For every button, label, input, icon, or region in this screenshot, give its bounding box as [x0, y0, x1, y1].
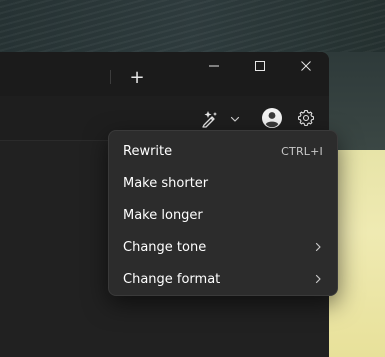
new-tab-button[interactable]: + [113, 62, 161, 92]
minimize-button[interactable] [191, 52, 237, 80]
settings-button[interactable] [294, 106, 318, 130]
close-icon [301, 61, 311, 71]
person-icon [262, 108, 282, 128]
menu-item-label: Make longer [123, 207, 203, 223]
plus-icon: + [129, 66, 145, 88]
close-button[interactable] [283, 52, 329, 80]
tab-separator [110, 70, 111, 84]
menu-item-make-longer[interactable]: Make longer [113, 199, 333, 231]
menu-item-change-format[interactable]: Change format [113, 263, 333, 295]
wallpaper-top [0, 0, 385, 52]
menu-item-label: Change tone [123, 239, 207, 255]
sparkle-pen-icon [202, 111, 217, 128]
chevron-right-icon [313, 274, 323, 284]
title-bar: + [0, 52, 329, 96]
minimize-icon [209, 65, 219, 67]
menu-item-make-shorter[interactable]: Make shorter [113, 167, 333, 199]
copilot-rewrite-button[interactable] [196, 106, 244, 132]
menu-item-label: Change format [123, 271, 221, 287]
account-button[interactable] [260, 106, 284, 130]
maximize-icon [255, 61, 265, 71]
menu-item-change-tone[interactable]: Change tone [113, 231, 333, 263]
menu-item-label: Make shorter [123, 175, 209, 191]
copilot-rewrite-menu: Rewrite CTRL+I Make shorter Make longer … [108, 130, 338, 296]
maximize-button[interactable] [237, 52, 283, 80]
desktop: + Rewrite CTRL+I Make shorter Make longe… [0, 0, 385, 357]
shortcut-hint: CTRL+I [281, 144, 323, 158]
chevron-right-icon [313, 242, 323, 252]
menu-item-rewrite[interactable]: Rewrite CTRL+I [113, 135, 333, 167]
chevron-down-icon [230, 116, 240, 122]
gear-icon [297, 109, 315, 127]
menu-item-label: Rewrite [123, 143, 173, 159]
